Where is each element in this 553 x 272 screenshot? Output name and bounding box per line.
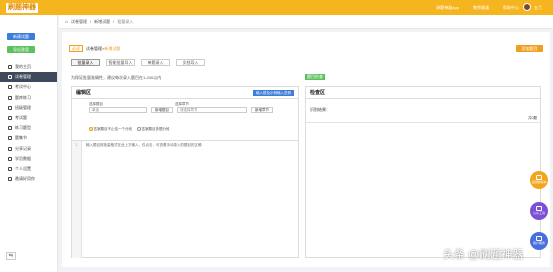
breadcrumb: ⌂ 试卷管理 / 新增试题 / 批量录入 [59,15,553,29]
float-tools-button[interactable]: 公众工具 [530,202,548,220]
sidebar-item-label: 班级管理 [15,104,31,110]
app-logo[interactable]: 刷题神器 [6,2,38,13]
sidebar-item-student-data[interactable]: 学员数据 [0,154,57,164]
sidebar-item-paper-manage[interactable]: 试卷管理 [0,72,57,83]
folder-icon [8,136,12,141]
sidebar-item-label: 题库练习 [15,94,31,100]
book-icon [8,95,12,100]
editor-area: 编辑区 输入框及示例输入范例 选择题目 选择章节 单选 新增题目 请选择章节 新… [71,86,299,258]
sidebar-item-label: 考试中心 [15,84,31,90]
type-label: 选择题目 [89,102,103,106]
group-icon [8,105,12,110]
split-options: 答案题目不止给一个分段 答案题目多题分段 [89,127,170,132]
breadcrumb-current: 批量录入 [117,18,134,24]
breadcrumb-item[interactable]: 试卷管理 [71,19,87,25]
sidebar-menu: 我的主页 试卷管理 考试中心 题库练习 班级管理 考试题 练习题型 题集节 分享… [0,62,57,184]
home-icon[interactable]: ⌂ [65,19,68,25]
radio-single-split[interactable]: 答案题目不止给一个分段 [89,127,132,132]
type-select-value: 单选 [92,108,99,112]
tab-batch-input[interactable]: 批量录入 [71,59,100,66]
collapse-sidebar-icon[interactable]: ⇆ [6,252,16,260]
tab-single-input[interactable]: 单题录入 [141,59,170,66]
editor-options: 选择题目 选择章节 单选 新增题目 请选择章节 新增章节 [89,102,297,113]
chart-icon [8,156,12,161]
export-answer-button[interactable]: 导出答案 [7,46,35,53]
checker-header: 检查区 [306,87,540,99]
sidebar-item-practice[interactable]: 题库练习 [0,93,57,103]
watermark: 头条 @刷题神器 [443,249,524,261]
add-question-button[interactable]: 添加题目 [516,45,543,52]
sidebar: 新建试题 导出答案 我的主页 试卷管理 考试中心 题库练习 班级管理 考试题 练… [0,15,58,272]
check-button[interactable]: 题目检查 [305,74,325,80]
chapter-select[interactable]: 请选择章节 [177,107,247,113]
sidebar-item-class[interactable]: 班级管理 [0,103,57,113]
question-count: 共0题 [528,116,537,120]
user-icon [8,166,12,171]
add-type-button[interactable]: 新增题目 [151,107,173,113]
sample-format-button[interactable]: 输入框及示例输入范例 [253,89,294,96]
main-panel: 必读 试卷管理>新增试题 添加题目 批量录入 智能批量导入 单题录入 文档导入 … [62,32,550,267]
edit-icon [8,116,12,121]
top-links: 刷题神器app 教师邀请 帮助中心 [436,4,519,11]
sidebar-item-label: 题集节 [15,135,27,141]
sidebar-item-label: 考试题 [15,115,27,121]
sidebar-item-label: 试卷管理 [15,74,31,80]
logo-text: 刷题神器 [6,2,38,13]
document-icon [8,75,12,80]
tab-smart-import[interactable]: 智能批量导入 [106,59,135,66]
home-icon [8,65,12,70]
sidebar-item-exam-question[interactable]: 考试题 [0,113,57,123]
result-label: 识别结果： [310,107,330,112]
user-name[interactable]: 五六 [534,5,542,11]
sidebar-item-home[interactable]: 我的主页 [0,62,57,72]
add-chapter-button[interactable]: 新增章节 [251,107,273,113]
import-tabs: 批量录入 智能批量导入 单题录入 文档导入 [71,59,205,66]
radio-checked-icon [89,127,93,131]
line-number: 1 [72,141,82,258]
top-link-invite[interactable]: 教师邀请 [473,5,489,11]
text-editor[interactable]: 1 输入题目按批量格式在此上方输入，仅点击，可查看手动录入的题目的正确 [72,140,299,258]
editor-placeholder: 输入题目按批量格式在此上方输入，仅点击，可查看手动录入的题目的正确 [86,143,202,147]
notice-tag: 必读 [69,45,83,52]
float-service-button[interactable]: 客户服务 [530,232,548,250]
batch-hint: 为保证批量准确性，建议每次录入题目在1-200以内 [71,75,162,80]
sidebar-item-label: 分享记录 [15,145,31,151]
breadcrumb-item[interactable]: 新增试题 [94,19,110,25]
sidebar-item-label: 练习题型 [15,125,31,131]
sidebar-item-settings[interactable]: 个人设置 [0,164,57,174]
share-icon [8,146,12,151]
sidebar-item-exam-center[interactable]: 考试中心 [0,82,57,92]
notice-prefix: 试卷管理> [86,45,105,51]
sidebar-item-label: 邀请好用你 [15,176,35,182]
radio-unchecked-icon [137,127,141,131]
avatar[interactable] [523,3,531,11]
top-link-help[interactable]: 帮助中心 [503,5,519,11]
editor-header: 编辑区 输入框及示例输入范例 [72,87,298,99]
notice-highlight: 新增试题 [104,45,121,51]
sidebar-item-question-type[interactable]: 练习题型 [0,123,57,133]
checker-area: 检查区 识别结果： 共0题 [305,86,541,258]
new-question-button[interactable]: 新建试题 [7,33,35,40]
chapter-label: 选择章节 [175,102,189,106]
top-bar: 刷题神器 刷题神器app 教师邀请 帮助中心 五六 [0,0,553,15]
sidebar-item-invite[interactable]: 邀请好用你 [0,174,57,184]
chapter-select-placeholder: 请选择章节 [180,108,198,112]
editor-title: 编辑区 [76,90,92,96]
top-link-app[interactable]: 刷题神器app [436,5,459,11]
checker-title: 检查区 [310,90,326,96]
gift-icon [8,177,12,182]
exam-icon [8,85,12,90]
float-new-version-button[interactable]: 试题新版本 [530,171,548,189]
sidebar-item-chapter[interactable]: 题集节 [0,133,57,143]
type-select[interactable]: 单选 [89,107,147,113]
radio-multi-split[interactable]: 答案题目多题分段 [137,127,170,132]
sidebar-item-label: 个人设置 [15,165,31,171]
sidebar-item-label: 我的主页 [15,64,31,70]
list-icon [8,126,12,131]
notice-row: 必读 试卷管理>新增试题 [69,45,120,52]
sidebar-item-share[interactable]: 分享记录 [0,144,57,154]
tab-doc-import[interactable]: 文档导入 [176,59,205,66]
sidebar-item-label: 学员数据 [15,155,31,161]
